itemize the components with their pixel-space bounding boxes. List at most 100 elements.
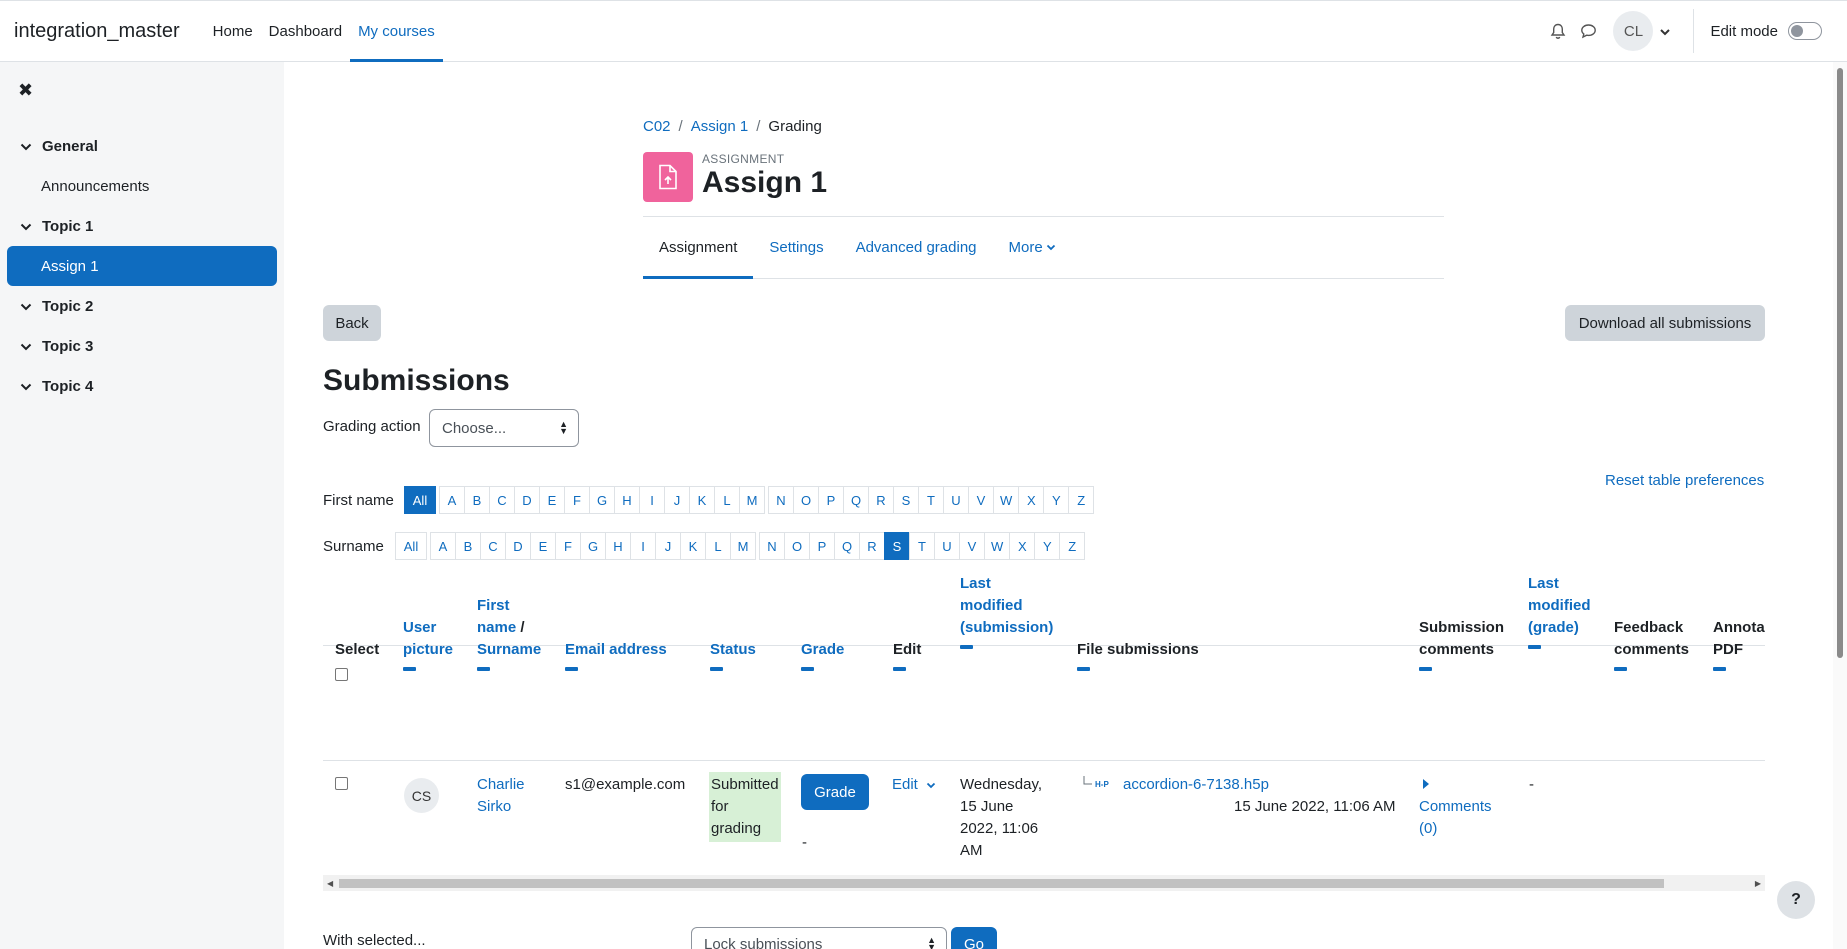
surname-initial-l[interactable]: L	[705, 532, 731, 560]
first-name-initial-j[interactable]: J	[664, 486, 690, 514]
go-button[interactable]: Go	[951, 927, 997, 949]
user-avatar-menu[interactable]: CL	[1613, 11, 1654, 51]
tab-assignment[interactable]: Assignment	[643, 217, 754, 279]
download-all-submissions-button[interactable]: Download all submissions	[1565, 305, 1765, 341]
caret-right-icon[interactable]	[1422, 779, 1430, 789]
surname-initial-p[interactable]: P	[809, 532, 835, 560]
reset-table-preferences-link[interactable]: Reset table preferences	[1605, 472, 1764, 489]
surname-initial-x[interactable]: X	[1009, 532, 1036, 560]
surname-initial-v[interactable]: V	[959, 532, 985, 560]
collapse-column-icon[interactable]	[710, 667, 723, 671]
chat-bubble-icon[interactable]	[1573, 16, 1603, 46]
surname-initial-q[interactable]: Q	[834, 532, 860, 560]
sort-last-modified-submission[interactable]: Last modified (submission)	[960, 575, 1053, 636]
collapse-column-icon[interactable]	[1528, 645, 1541, 649]
sort-email[interactable]: Email address	[565, 641, 667, 658]
chevron-down-icon[interactable]	[20, 218, 32, 235]
sidebar-item-announcements[interactable]: Announcements	[0, 166, 284, 206]
surname-initial-t[interactable]: T	[909, 532, 935, 560]
first-name-initial-t[interactable]: T	[918, 486, 944, 514]
collapse-column-icon[interactable]	[1614, 667, 1627, 671]
page-scrollbar[interactable]	[1833, 62, 1847, 949]
first-name-initial-s[interactable]: S	[893, 486, 919, 514]
edit-mode-toggle[interactable]	[1788, 22, 1822, 40]
first-name-initial-i[interactable]: I	[639, 486, 665, 514]
section-topic-1[interactable]: Topic 1	[0, 206, 284, 246]
first-name-initial-o[interactable]: O	[793, 486, 819, 514]
surname-initial-c[interactable]: C	[480, 532, 506, 560]
row-select-checkbox[interactable]	[335, 777, 348, 790]
sidebar-item-assign-1[interactable]: Assign 1	[7, 246, 277, 286]
nav-my-courses[interactable]: My courses	[350, 1, 443, 62]
scrollbar-thumb[interactable]	[339, 879, 1664, 888]
breadcrumb-course[interactable]: C02	[643, 118, 671, 135]
surname-initial-w[interactable]: W	[984, 532, 1011, 560]
comments-toggle-link[interactable]: Comments (0)	[1419, 798, 1492, 837]
sort-status[interactable]: Status	[710, 641, 756, 658]
surname-initial-m[interactable]: M	[730, 532, 756, 560]
first-name-initial-h[interactable]: H	[614, 486, 640, 514]
first-name-initial-a[interactable]: A	[439, 486, 465, 514]
user-profile-link[interactable]: Charlie Sirko	[477, 776, 525, 815]
surname-initial-j[interactable]: J	[655, 532, 681, 560]
first-name-initial-m[interactable]: M	[739, 486, 765, 514]
chevron-down-icon[interactable]	[20, 338, 32, 355]
first-name-initial-z[interactable]: Z	[1068, 486, 1095, 514]
first-name-initial-u[interactable]: U	[943, 486, 969, 514]
select-all-checkbox[interactable]	[335, 668, 348, 681]
table-horizontal-scrollbar[interactable]: ◀ ▶	[323, 875, 1765, 891]
collapse-column-icon[interactable]	[1077, 667, 1090, 671]
surname-initial-o[interactable]: O	[784, 532, 810, 560]
collapse-column-icon[interactable]	[893, 667, 906, 671]
first-name-initial-x[interactable]: X	[1018, 486, 1045, 514]
surname-initial-b[interactable]: B	[455, 532, 481, 560]
chevron-down-icon[interactable]	[20, 378, 32, 395]
bulk-operation-select[interactable]: Lock submissions ▲ ▼	[691, 927, 947, 949]
first-name-initial-b[interactable]: B	[464, 486, 490, 514]
surname-initial-d[interactable]: D	[505, 532, 531, 560]
nav-home[interactable]: Home	[205, 1, 261, 61]
first-name-initial-n[interactable]: N	[768, 486, 794, 514]
section-topic-4[interactable]: Topic 4	[0, 366, 284, 406]
surname-initial-a[interactable]: A	[430, 532, 456, 560]
sort-user-picture[interactable]: User picture	[403, 619, 453, 658]
surname-initial-e[interactable]: E	[530, 532, 556, 560]
section-topic-2[interactable]: Topic 2	[0, 286, 284, 326]
sort-grade[interactable]: Grade	[801, 641, 844, 658]
surname-initial-s[interactable]: S	[884, 532, 910, 560]
chevron-down-icon[interactable]	[20, 138, 32, 155]
surname-initial-h[interactable]: H	[605, 532, 631, 560]
breadcrumb-activity[interactable]: Assign 1	[691, 118, 749, 135]
first-name-initial-all[interactable]: All	[404, 486, 436, 514]
page-scrollbar-thumb[interactable]	[1837, 68, 1843, 658]
nav-dashboard[interactable]: Dashboard	[261, 1, 350, 61]
back-button[interactable]: Back	[323, 305, 381, 341]
section-topic-3[interactable]: Topic 3	[0, 326, 284, 366]
first-name-initial-q[interactable]: Q	[843, 486, 869, 514]
sort-surname[interactable]: Surname	[477, 641, 541, 658]
chevron-down-icon[interactable]	[1659, 23, 1673, 40]
surname-initial-g[interactable]: G	[580, 532, 606, 560]
surname-initial-r[interactable]: R	[859, 532, 885, 560]
chevron-down-icon[interactable]	[20, 298, 32, 315]
surname-initial-all[interactable]: All	[395, 532, 427, 560]
tab-more[interactable]: More	[993, 217, 1072, 278]
tab-settings[interactable]: Settings	[753, 217, 839, 278]
collapse-column-icon[interactable]	[403, 667, 416, 671]
sort-last-modified-grade[interactable]: Last modified (grade)	[1528, 575, 1591, 636]
grade-button[interactable]: Grade	[801, 774, 869, 810]
collapse-column-icon[interactable]	[565, 667, 578, 671]
first-name-initial-y[interactable]: Y	[1043, 486, 1070, 514]
surname-initial-z[interactable]: Z	[1059, 532, 1086, 560]
first-name-initial-k[interactable]: K	[689, 486, 715, 514]
close-icon[interactable]: ✖	[18, 80, 33, 101]
first-name-initial-d[interactable]: D	[514, 486, 540, 514]
bell-icon[interactable]	[1543, 16, 1573, 46]
first-name-initial-w[interactable]: W	[993, 486, 1020, 514]
section-general[interactable]: General	[0, 126, 284, 166]
file-link[interactable]: accordion-6-7138.h5p	[1123, 774, 1269, 796]
surname-initial-u[interactable]: U	[934, 532, 960, 560]
site-name[interactable]: integration_master	[14, 20, 180, 43]
sort-first-name[interactable]: First name	[477, 597, 516, 636]
help-button[interactable]: ?	[1777, 881, 1815, 919]
